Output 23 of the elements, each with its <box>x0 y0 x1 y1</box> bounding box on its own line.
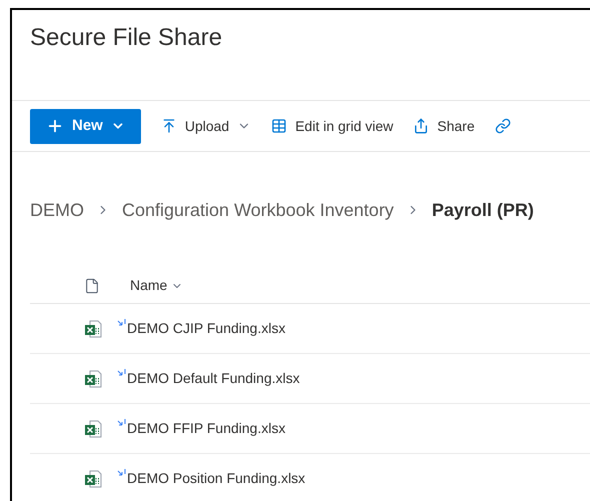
share-icon <box>413 118 430 134</box>
breadcrumb-link[interactable]: Payroll (PR) <box>432 196 534 224</box>
link-button[interactable] <box>494 118 511 134</box>
toolbar-button[interactable]: Share <box>413 116 475 136</box>
file-name-link[interactable]: DEMO CJIP Funding.xlsx <box>127 318 286 339</box>
upload-icon <box>160 118 177 134</box>
new-button[interactable]: New <box>30 108 141 144</box>
file-name-link[interactable]: DEMO Default Funding.xlsx <box>127 368 300 389</box>
excel-file-icon <box>83 368 103 388</box>
site-title: Secure File Share <box>30 23 224 53</box>
excel-file-icon <box>83 418 103 438</box>
file-name-link[interactable]: DEMO Position Funding.xlsx <box>127 468 306 489</box>
plus-icon <box>46 117 64 135</box>
grid-icon <box>271 118 288 134</box>
breadcrumb-link[interactable]: Configuration Workbook Inventory <box>122 196 394 224</box>
file-name-link[interactable]: DEMO FFIP Funding.xlsx <box>127 418 286 439</box>
excel-file-icon <box>83 318 103 338</box>
excel-file-icon <box>83 468 103 488</box>
file-type-icon <box>84 278 100 294</box>
toolbar-button[interactable]: Edit in grid view <box>271 116 394 136</box>
breadcrumb-link[interactable]: DEMO <box>30 196 84 224</box>
column-header[interactable]: Name <box>130 275 184 296</box>
toolbar-button[interactable]: Upload <box>160 116 252 136</box>
